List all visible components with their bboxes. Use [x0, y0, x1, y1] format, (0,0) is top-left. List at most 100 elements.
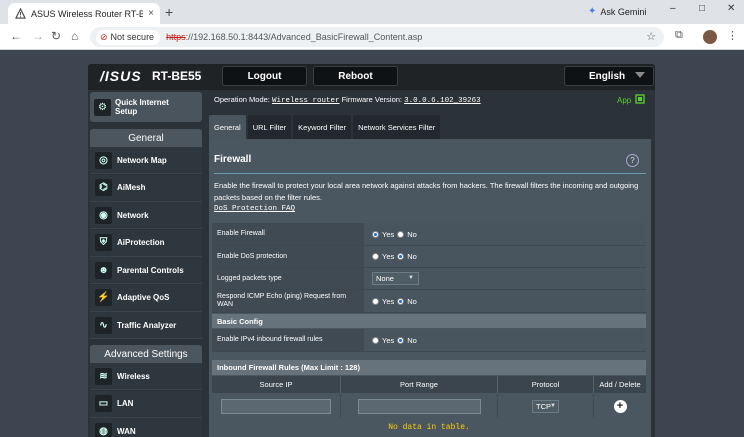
- ipv4-inbound-options: Yes No: [364, 329, 646, 351]
- language-select[interactable]: English: [564, 66, 654, 86]
- logged-packets-value: None ▼: [364, 268, 646, 289]
- sidebar-item-network[interactable]: ◉ Network: [90, 202, 202, 229]
- firewall-tabs: General URL Filter Keyword Filter Networ…: [209, 115, 441, 139]
- sidebar-item-lan[interactable]: ▭ LAN: [90, 390, 202, 418]
- dos-protection-label: Enable DoS protection: [212, 246, 364, 267]
- tab-url-filter[interactable]: URL Filter: [247, 115, 292, 139]
- page-title: Firewall: [214, 154, 252, 165]
- sidebar-item-network-map[interactable]: ◎ Network Map: [90, 147, 202, 174]
- url-scheme: https: [166, 32, 186, 42]
- alert-icon: ⊘: [100, 31, 108, 42]
- browser-toolbar: ← → ↻ ⌂ ⊘ Not secure https://192.168.50.…: [0, 24, 744, 50]
- sidebar-item-label: WAN: [117, 426, 136, 436]
- port-range-cell: [341, 394, 498, 418]
- sidebar-item-label: Network Map: [117, 155, 167, 165]
- asus-logo: /ISUS: [100, 68, 142, 84]
- sidebar-item-label: Traffic Analyzer: [117, 320, 177, 330]
- sidebar-item-label: Wireless: [117, 371, 150, 381]
- chevron-down-icon: ▼: [408, 275, 414, 281]
- tab-general[interactable]: General: [209, 115, 246, 139]
- browser-tab[interactable]: ASUS Wireless Router RT-BE55 ×: [8, 3, 160, 24]
- forward-icon[interactable]: →: [32, 29, 44, 43]
- sidebar-item-aiprotection[interactable]: ⛨ AiProtection: [90, 229, 202, 257]
- sidebar-item-label: Network: [117, 210, 149, 220]
- close-window-button[interactable]: ✕: [727, 3, 735, 14]
- enable-firewall-no-radio[interactable]: [397, 230, 405, 238]
- enable-firewall-options: Yes No: [364, 223, 646, 245]
- protocol-select[interactable]: TCP ▼: [532, 399, 559, 413]
- icmp-yes-radio[interactable]: [372, 297, 379, 305]
- col-add-delete: Add / Delete: [594, 376, 646, 393]
- source-ip-input[interactable]: [221, 398, 331, 414]
- app-label: App: [617, 95, 632, 105]
- add-rule-button[interactable]: +: [613, 399, 627, 413]
- ipv4-no-radio[interactable]: [397, 336, 405, 344]
- parental-controls-icon: ☻: [95, 261, 112, 279]
- firmware-link[interactable]: 3.0.0.6.102_39263: [404, 97, 481, 105]
- reload-icon[interactable]: ↻: [51, 29, 61, 43]
- avatar[interactable]: [703, 30, 717, 44]
- sidebar-item-wan[interactable]: ◍ WAN: [90, 418, 202, 437]
- enable-firewall-yes-radio[interactable]: [372, 230, 379, 238]
- sidebar-item-adaptive-qos[interactable]: ⚡ Adaptive QoS: [90, 284, 202, 312]
- warning-icon: [14, 8, 26, 20]
- new-tab-button[interactable]: +: [165, 4, 173, 20]
- gemini-icon: ✦: [588, 6, 597, 17]
- tab-title: ASUS Wireless Router RT-BE55: [31, 8, 144, 19]
- browser-tabstrip: ASUS Wireless Router RT-BE55 × + ✦ Ask G…: [0, 0, 744, 24]
- sidebar-item-label: Adaptive QoS: [117, 293, 170, 302]
- port-range-input[interactable]: [357, 398, 481, 414]
- app-link[interactable]: App: [617, 94, 645, 106]
- tab-keyword-filter[interactable]: Keyword Filter: [293, 115, 352, 139]
- not-secure-chip[interactable]: ⊘ Not secure: [96, 29, 161, 45]
- address-bar[interactable]: ⊘ Not secure https://192.168.50.1:8443/A…: [90, 27, 664, 47]
- no-label: No: [407, 335, 417, 345]
- ipv4-yes-radio[interactable]: [372, 336, 379, 344]
- yes-label: Yes: [382, 229, 395, 239]
- opmode-label: Operation Mode:: [214, 95, 270, 104]
- chevron-down-icon: [635, 72, 645, 78]
- col-protocol: Protocol: [498, 376, 594, 393]
- add-cell: +: [594, 394, 646, 418]
- opmode-link[interactable]: Wireless router: [272, 97, 340, 105]
- icmp-label: Respond ICMP Echo (ping) Request from WA…: [212, 290, 364, 312]
- aiprotection-icon: ⛨: [95, 234, 112, 251]
- traffic-analyzer-icon: ∿: [95, 316, 112, 334]
- logged-packets-row: Logged packets type None ▼: [212, 268, 646, 290]
- sidebar-item-parental-controls[interactable]: ☻ Parental Controls: [90, 257, 202, 284]
- ask-gemini-button[interactable]: ✦ Ask Gemini: [582, 3, 654, 20]
- language-value: English: [589, 70, 626, 82]
- tab-close-icon[interactable]: ×: [148, 8, 154, 19]
- dos-protection-row: Enable DoS protection Yes No: [212, 246, 646, 268]
- protocol-selected: TCP: [536, 401, 551, 411]
- logged-packets-select[interactable]: None ▼: [372, 272, 419, 285]
- adaptive-qos-icon: ⚡: [95, 289, 112, 306]
- wizard-icon: ⚙: [94, 98, 111, 116]
- back-icon[interactable]: ←: [10, 29, 22, 43]
- help-icon[interactable]: ?: [626, 154, 639, 167]
- wireless-icon: ≋: [95, 367, 112, 385]
- minimize-button[interactable]: –: [670, 3, 676, 14]
- sidebar-item-label: AiMesh: [117, 183, 146, 192]
- sidebar-item-label: Parental Controls: [117, 265, 184, 275]
- logout-button[interactable]: Logout: [222, 66, 307, 86]
- dos-yes-radio[interactable]: [372, 253, 379, 260]
- dos-no-radio[interactable]: [397, 253, 405, 260]
- basic-config-header: Basic Config: [212, 314, 646, 328]
- dos-faq-link[interactable]: DoS Protection FAQ: [214, 205, 295, 213]
- sidebar-item-wireless[interactable]: ≋ Wireless: [90, 363, 202, 390]
- sidebar-item-aimesh[interactable]: ⌬ AiMesh: [90, 174, 202, 202]
- icmp-no-radio[interactable]: [397, 297, 405, 305]
- reboot-button[interactable]: Reboot: [313, 66, 398, 86]
- sidebar-item-traffic-analyzer[interactable]: ∿ Traffic Analyzer: [90, 312, 202, 339]
- maximize-button[interactable]: □: [699, 3, 705, 14]
- yes-label: Yes: [382, 296, 395, 306]
- tab-network-services-filter[interactable]: Network Services Filter: [353, 115, 441, 139]
- quick-internet-setup-button[interactable]: ⚙ Quick Internet Setup: [90, 92, 202, 122]
- menu-kebab-icon[interactable]: ⋮: [727, 29, 738, 42]
- bookmark-star-icon[interactable]: ☆: [646, 30, 656, 43]
- status-line: Operation Mode: Wireless router Firmware…: [214, 95, 481, 105]
- home-icon[interactable]: ⌂: [71, 29, 78, 43]
- extensions-icon[interactable]: ⧉: [675, 29, 683, 42]
- router-model: RT-BE55: [152, 69, 202, 83]
